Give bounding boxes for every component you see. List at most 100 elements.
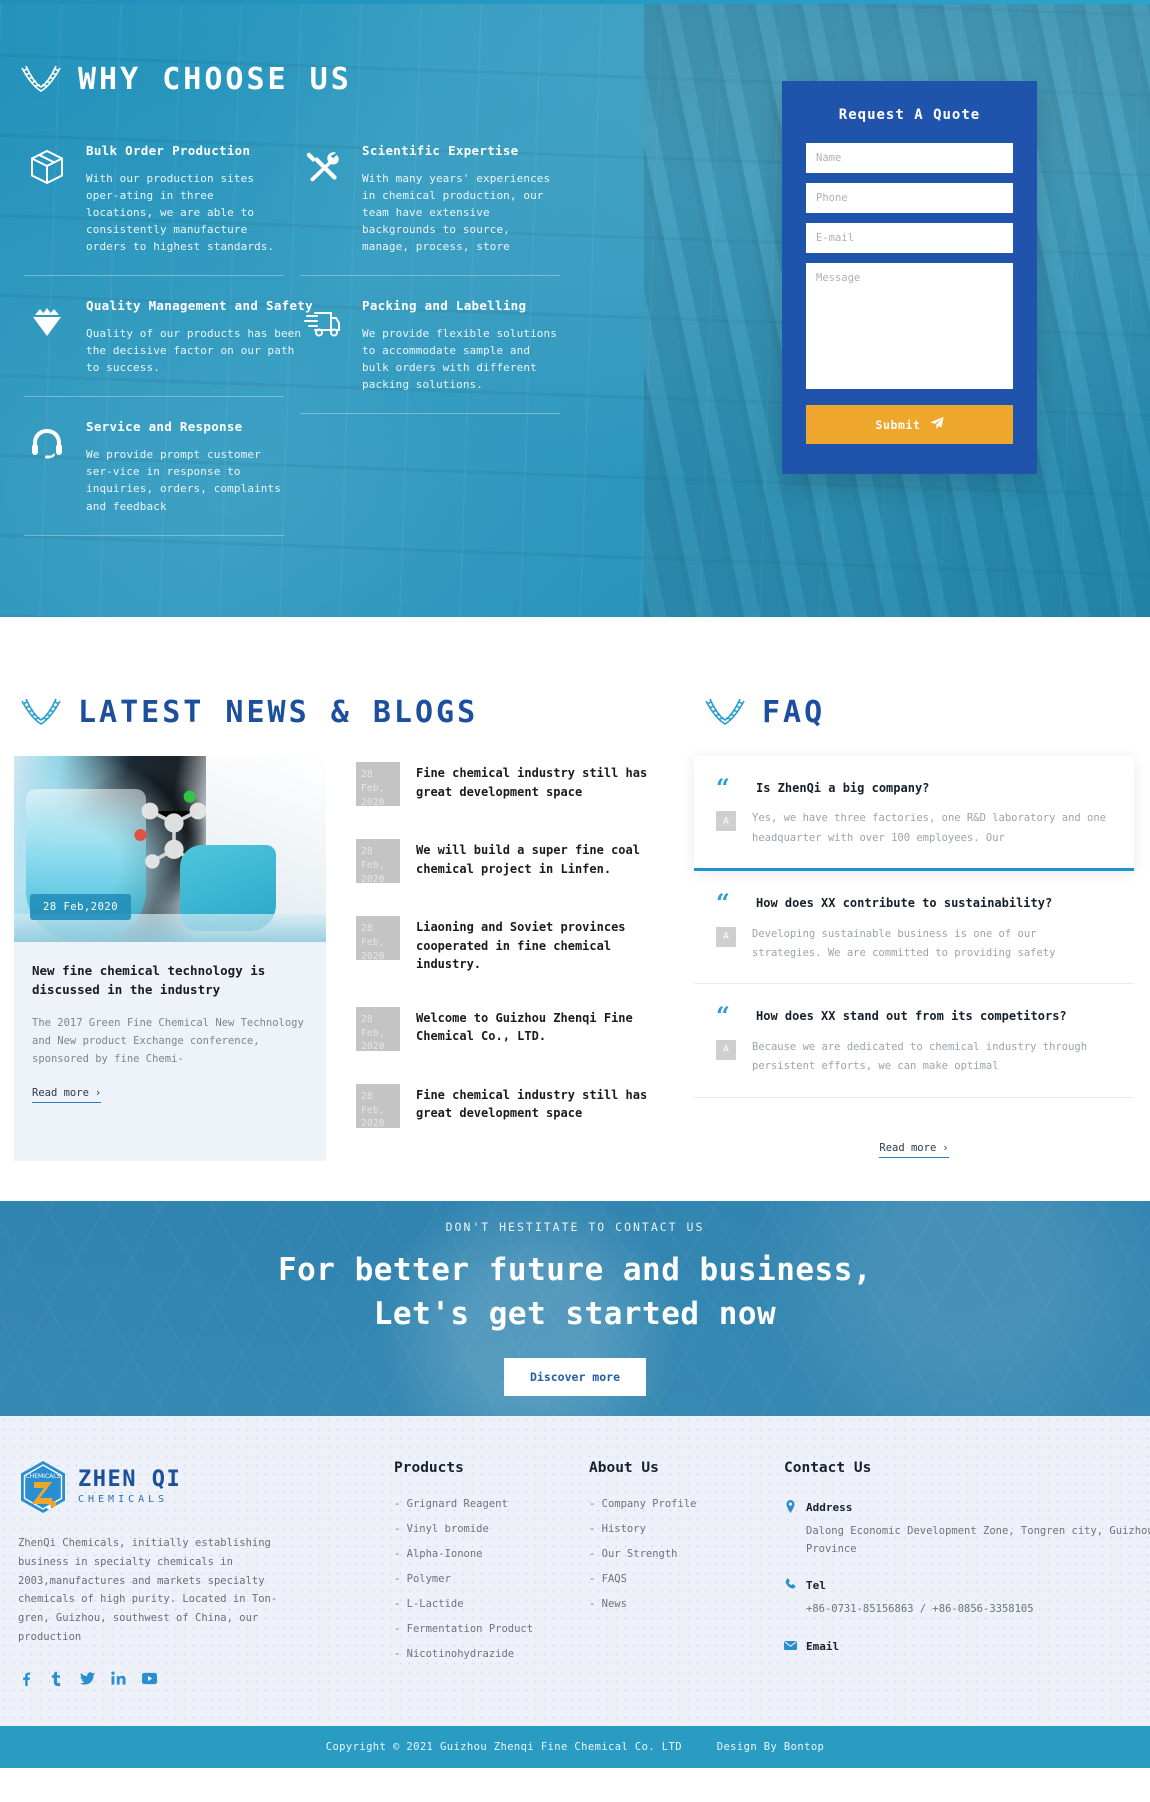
message-textarea[interactable] [806,263,1013,389]
products-heading: Products [394,1459,464,1476]
facebook-icon[interactable] [18,1671,33,1687]
news-item-date: 28 Feb, 2020 [356,839,400,885]
product-link[interactable]: - Nicotinohydrazide [394,1648,589,1660]
news-item-title: Liaoning and Soviet provinces cooperated… [416,920,626,972]
phone-input[interactable] [806,183,1013,213]
youtube-icon[interactable] [142,1671,157,1686]
submit-button[interactable]: Submit [806,405,1013,444]
news-item-day: 28 Feb, [361,846,385,871]
contact-heading: Contact Us [784,1459,872,1476]
submit-label: Submit [875,417,921,432]
news-item-year: 2020 [361,796,385,808]
tel-value: +86-0731-85156863 / +86-0856-3358105 [806,1603,1034,1616]
quote-form-title: Request A Quote [838,107,981,123]
news-list-item[interactable]: 28 Feb, 2020 Welcome to Guizhou Zhenqi F… [356,1006,674,1053]
design-by-text[interactable]: Design By Bontop [717,1741,825,1753]
feature-text: Quality of our products has been the dec… [86,327,302,375]
featured-news-image: 28 Feb,2020 [14,756,326,942]
discover-more-button[interactable]: Discover more [503,1358,646,1397]
location-pin-icon [784,1498,797,1517]
featured-news-date: 28 Feb,2020 [30,894,132,920]
news-item-title: We will build a super fine coal chemical… [416,843,640,876]
product-link[interactable]: - Grignard Reagent [394,1498,589,1510]
about-link[interactable]: - FAQS [589,1573,784,1585]
about-link[interactable]: - News [589,1598,784,1610]
faq-question: How does XX contribute to sustainability… [756,896,1053,911]
cta-kicker: DON'T HESTITATE TO CONTACT US [445,1220,705,1235]
svg-text:CHEMICALS: CHEMICALS [26,1473,61,1480]
faq-item[interactable]: “ How does XX contribute to sustainabili… [694,871,1134,985]
news-body: 28 Feb,2020 New fine chemical technology… [14,756,674,1161]
box-icon [24,143,70,255]
product-link[interactable]: - Polymer [394,1573,589,1585]
featured-news-excerpt: The 2017 Green Fine Chemical New Technol… [32,1016,304,1066]
feature-title: Packing and Labelling [362,298,527,314]
about-link[interactable]: - Our Strength [589,1548,784,1560]
news-item-year: 2020 [361,1041,385,1053]
news-list-item[interactable]: 28 Feb, 2020 Fine chemical industry stil… [356,762,674,808]
address-row: Address [784,1498,1150,1517]
faq-title: FAQ [762,695,826,730]
cta-section: DON'T HESTITATE TO CONTACT US For better… [0,1200,1150,1416]
divider [24,396,284,398]
feature-column-left: Bulk Order Production With our productio… [24,127,313,542]
feature-title: Service and Response [86,419,243,435]
site-footer: CHEMICALS ZHEN QI CHEMICALS ZhenQi Chemi… [0,1415,1150,1727]
product-link[interactable]: - Fermentation Product [394,1623,589,1635]
truck-icon [300,298,346,393]
answer-badge: A [716,1039,736,1060]
faq-read-more-link[interactable]: Read more › [879,1141,949,1158]
why-choose-us-section: WHY CHOOSE US Bulk Order Production With… [0,4,1150,617]
faq-item[interactable]: “ How does XX stand out from its competi… [694,984,1134,1098]
latest-news-column: LATEST NEWS & BLOGS 28 Feb,2020 New fine… [14,695,674,1161]
feature-service-response: Service and Response We provide prompt c… [24,403,284,528]
tel-label: Tel [806,1579,826,1593]
news-section-header: LATEST NEWS & BLOGS [18,695,674,730]
twitter-icon[interactable] [80,1671,95,1686]
about-link[interactable]: - History [589,1523,784,1535]
faq-column: FAQ “ Is ZhenQi a big company? A Yes, we… [674,695,1134,1161]
news-title: LATEST NEWS & BLOGS [78,695,479,730]
email-label: Email [806,1640,840,1654]
featured-news-card[interactable]: 28 Feb,2020 New fine chemical technology… [14,756,326,1161]
quote-icon: “ [716,1001,730,1031]
envelope-icon [784,1637,797,1656]
footer-logo[interactable]: CHEMICALS ZHEN QI CHEMICALS [18,1460,394,1514]
email-input[interactable] [806,223,1013,253]
product-link[interactable]: - Vinyl bromide [394,1523,589,1535]
divider [300,413,560,415]
name-input[interactable] [806,143,1013,173]
news-list-item[interactable]: 28 Feb, 2020 Liaoning and Soviet provinc… [356,916,674,974]
linkedin-icon[interactable] [111,1671,126,1686]
news-list-item[interactable]: 28 Feb, 2020 We will build a super fine … [356,839,674,885]
faq-read-more-wrap: Read more › [694,1124,1134,1158]
feature-text: With our production sites oper-ating in … [86,172,275,254]
feature-title: Quality Management and Safety [86,298,313,314]
faq-item[interactable]: “ Is ZhenQi a big company? A Yes, we hav… [694,756,1134,872]
quote-icon: “ [716,773,730,802]
about-link[interactable]: - Company Profile [589,1498,784,1510]
product-link[interactable]: - L-Lactide [394,1598,589,1610]
faq-question: How does XX stand out from its competito… [756,1009,1067,1024]
news-item-day: 28 Feb, [361,1013,385,1039]
featured-read-more-link[interactable]: Read more › [32,1086,102,1103]
faq-answer: Yes, we have three factories, one R&D la… [752,812,1107,844]
product-link[interactable]: - Alpha-Ionone [394,1548,589,1560]
tumblr-icon[interactable] [49,1671,64,1687]
news-list-item[interactable]: 28 Feb, 2020 Fine chemical industry stil… [356,1083,674,1129]
cta-title-line1: For better future and business, [277,1252,873,1289]
feature-column-right: Scientific Expertise With many years' ex… [300,127,560,542]
news-item-year: 2020 [361,873,385,885]
featured-news-title: New fine chemical technology is discusse… [32,963,266,997]
footer-brand: CHEMICALS ZHEN QI CHEMICALS ZhenQi Chemi… [14,1460,394,1687]
chevron-right-icon: › [94,1086,102,1099]
feature-packing-labelling: Packing and Labelling We provide flexibl… [300,282,560,407]
feature-quality-management: Quality Management and Safety Quality of… [24,282,313,390]
news-item-title: Fine chemical industry still has great d… [416,766,648,799]
read-more-label: Read more [879,1141,937,1154]
quote-icon: “ [716,888,730,918]
footer-about-column: About Us - Company Profile - History - O… [589,1460,784,1686]
feature-title: Bulk Order Production [86,143,251,158]
cta-title-line2: Let's get started now [373,1296,777,1333]
feature-text: With many years' experiences in chemical… [362,172,551,254]
